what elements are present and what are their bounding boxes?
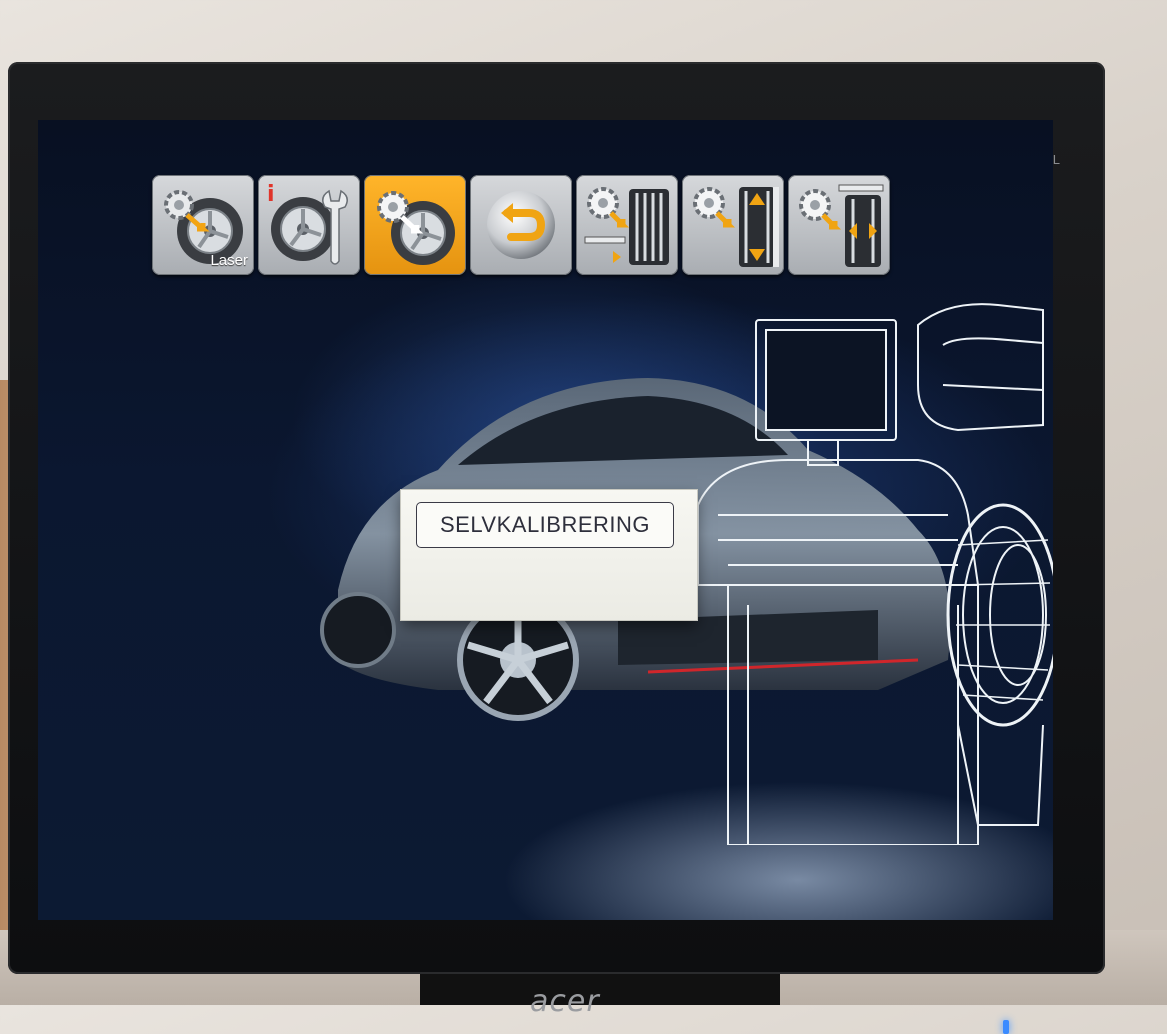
gear-tread-width-icon <box>584 187 669 265</box>
top-toolbar: Laser i <box>152 175 890 275</box>
self-calibration-dialog: SELVKALIBRERING <box>401 490 697 620</box>
tread-width-calibration-button[interactable] <box>576 175 678 275</box>
wheel-info-button[interactable]: i <box>258 175 360 275</box>
laser-calibration-button[interactable]: Laser <box>152 175 254 275</box>
tread-height-calibration-button[interactable] <box>682 175 784 275</box>
dialog-title: SELVKALIBRERING <box>416 502 674 548</box>
tread-horizontal-calibration-button[interactable] <box>788 175 890 275</box>
laser-label: Laser <box>210 252 248 269</box>
gear-wheel-icon <box>377 191 455 265</box>
info-marker: i <box>267 182 275 207</box>
gear-tread-horizontal-icon <box>799 184 884 267</box>
gear-tread-height-icon <box>693 187 779 267</box>
power-led-icon <box>1003 1020 1009 1034</box>
back-button[interactable] <box>470 175 572 275</box>
wheel-balancer-drawing <box>697 303 1053 845</box>
monitor-brand-logo: acer <box>530 984 600 1019</box>
self-calibration-button[interactable] <box>364 175 466 275</box>
app-screen: Laser i SELVKALIBRERING <box>38 120 1053 920</box>
wheel-wrench-info-icon: i <box>267 182 348 265</box>
return-arrow-icon <box>487 191 555 259</box>
